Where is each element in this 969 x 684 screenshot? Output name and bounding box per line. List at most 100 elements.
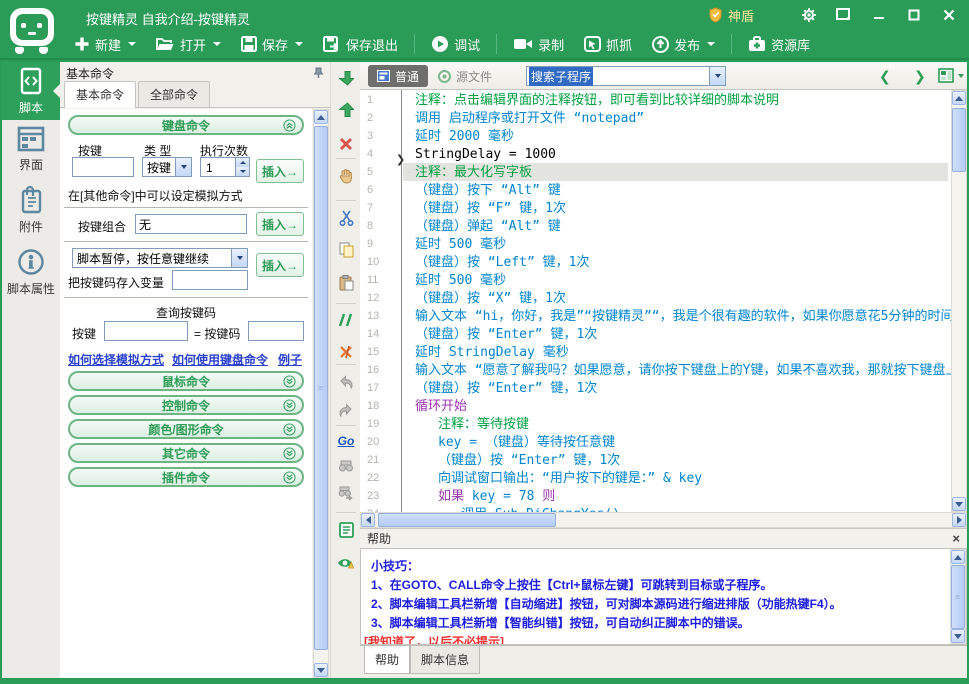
- chevron-down-icon[interactable]: [213, 42, 221, 46]
- record-button[interactable]: 录制: [505, 32, 572, 57]
- code-line[interactable]: 输入文本 “愿意了解我吗？如果愿意，请你按下键盘上的Y键，如果不喜欢我，那就按下…: [415, 362, 967, 380]
- code-line[interactable]: 如果 key = 78 则: [438, 488, 555, 506]
- comment-icon[interactable]: [331, 310, 361, 330]
- key-input[interactable]: [72, 157, 134, 177]
- scroll-down-icon[interactable]: [952, 497, 966, 511]
- settings-gear-icon[interactable]: [799, 5, 819, 25]
- chevron-down-icon[interactable]: [709, 67, 725, 85]
- chevron-down-icon[interactable]: [128, 42, 136, 46]
- section-header-collapsed[interactable]: 其它命令: [68, 443, 304, 463]
- uncomment-icon[interactable]: [331, 342, 361, 362]
- step-down-icon[interactable]: [236, 167, 249, 176]
- help-scrollbar-thumb[interactable]: ≡: [951, 565, 965, 629]
- step-up-icon[interactable]: [236, 158, 249, 167]
- section-header-collapsed[interactable]: 颜色/图形命令: [68, 419, 304, 439]
- code-line[interactable]: （键盘）按 “X” 键，1次: [415, 290, 566, 308]
- chevron-down-icon[interactable]: [175, 158, 191, 176]
- goto-icon[interactable]: Go: [331, 431, 361, 451]
- find-next-icon[interactable]: [331, 483, 361, 503]
- code-line[interactable]: （键盘）按 “Enter” 键，1次: [438, 452, 620, 470]
- code-line[interactable]: （键盘）按下 “Alt” 键: [415, 182, 561, 200]
- close-icon[interactable]: ×: [952, 531, 960, 546]
- code-line[interactable]: （键盘）弹起 “Alt” 键: [415, 218, 561, 236]
- code-line[interactable]: （键盘）按 “Left” 键，1次: [415, 254, 589, 272]
- redo-icon[interactable]: [331, 400, 361, 420]
- collapse-icon[interactable]: [283, 119, 296, 132]
- paste-icon[interactable]: [331, 273, 361, 293]
- drag-hand-icon[interactable]: [331, 166, 361, 186]
- code-line[interactable]: 延时 500 毫秒: [415, 236, 506, 254]
- section-header-collapsed[interactable]: 插件命令: [68, 467, 304, 487]
- expand-icon[interactable]: [283, 423, 296, 436]
- sidebar-item-interface[interactable]: 界面: [2, 124, 60, 174]
- copy-icon[interactable]: [331, 240, 361, 260]
- code-area[interactable]: 1注释：点击编辑界面的注释按钮，即可看到比较详细的脚本说明2调用 启动程序或打开…: [360, 90, 967, 512]
- panel-scrollbar-thumb[interactable]: ≡: [314, 126, 328, 650]
- scroll-up-icon[interactable]: [951, 550, 965, 564]
- syntax-check-icon[interactable]: [331, 553, 361, 573]
- capture-button[interactable]: 抓抓: [576, 32, 640, 57]
- keyboard-commands-header[interactable]: 键盘命令: [68, 115, 304, 135]
- maximize-button[interactable]: [904, 5, 924, 25]
- store-keycode-input[interactable]: [172, 270, 248, 290]
- script-list-icon[interactable]: [331, 520, 361, 540]
- delete-icon[interactable]: [331, 134, 361, 154]
- layout-grid-icon[interactable]: [938, 68, 964, 84]
- scroll-down-icon[interactable]: [951, 629, 965, 643]
- prev-arrow-icon[interactable]: ❮: [879, 68, 891, 85]
- code-line[interactable]: 循环开始: [415, 398, 467, 416]
- help-link[interactable]: 如何选择模拟方式: [68, 351, 164, 368]
- command-tab-all[interactable]: 全部命令: [138, 81, 210, 107]
- editor-vscrollbar-thumb[interactable]: [952, 108, 966, 172]
- key-type-select[interactable]: 按键: [142, 157, 192, 177]
- insert-combo-button[interactable]: 插入→: [256, 212, 304, 236]
- editor-hscrollbar[interactable]: [360, 512, 967, 528]
- scroll-up-icon[interactable]: [952, 91, 966, 105]
- code-line[interactable]: 注释：最大化写字板: [415, 164, 532, 182]
- sidebar-item-script[interactable]: 脚本: [2, 62, 60, 120]
- tray-window-icon[interactable]: [834, 5, 854, 25]
- code-line[interactable]: 输入文本 “hi，你好，我是”“按键精灵”“，我是个很有趣的软件，如果你愿意花5…: [415, 308, 967, 326]
- view-tab-source[interactable]: 源文件: [438, 68, 492, 85]
- code-line[interactable]: key = （键盘）等待按任意键: [438, 434, 615, 452]
- code-line[interactable]: （键盘）按 “Enter” 键，1次: [415, 380, 597, 398]
- insert-pause-button[interactable]: 插入→: [256, 253, 304, 277]
- save-exit-button[interactable]: 保存退出: [315, 32, 406, 57]
- help-link[interactable]: 如何使用键盘命令: [172, 351, 268, 368]
- minimize-button[interactable]: [869, 5, 889, 25]
- query-code-input[interactable]: [248, 321, 304, 341]
- save-button[interactable]: 保存: [233, 32, 311, 57]
- debug-button[interactable]: 调试: [423, 32, 488, 57]
- editor-hscrollbar-thumb[interactable]: [378, 513, 556, 527]
- open-button[interactable]: 打开: [148, 32, 229, 57]
- code-line[interactable]: 向调试窗口输出：“用户按下的键是：” & key: [438, 470, 702, 488]
- query-key-input[interactable]: [104, 321, 188, 341]
- code-line[interactable]: 延时 StringDelay 毫秒: [415, 344, 569, 362]
- code-line[interactable]: 调用 启动程序或打开文件 “notepad”: [415, 110, 644, 128]
- expand-icon[interactable]: [283, 447, 296, 460]
- new-button[interactable]: 新建: [66, 32, 144, 57]
- scroll-down-icon[interactable]: [314, 663, 328, 677]
- expand-icon[interactable]: [283, 375, 296, 388]
- chevron-down-icon[interactable]: [707, 42, 715, 46]
- insert-key-button[interactable]: 插入→: [256, 159, 304, 183]
- chevron-down-icon[interactable]: [231, 249, 247, 267]
- scroll-left-icon[interactable]: [361, 513, 375, 527]
- sidebar-item-attachment[interactable]: 附件: [2, 184, 60, 236]
- scroll-up-icon[interactable]: [314, 110, 328, 124]
- scroll-right-icon[interactable]: [952, 513, 966, 527]
- key-combo-input[interactable]: [135, 214, 247, 234]
- code-line[interactable]: 延时 2000 毫秒: [415, 128, 514, 146]
- editor-vscrollbar[interactable]: [951, 90, 967, 512]
- search-subroutine-combo[interactable]: 搜索子程序: [526, 66, 726, 86]
- section-header-collapsed[interactable]: 鼠标命令: [68, 371, 304, 391]
- publish-button[interactable]: 发布: [644, 32, 723, 57]
- find-icon[interactable]: [331, 456, 361, 476]
- help-link[interactable]: 例子: [278, 351, 302, 368]
- view-tab-normal[interactable]: 普通: [368, 65, 428, 87]
- shield-badge[interactable]: 神盾: [708, 6, 754, 25]
- pin-icon[interactable]: [313, 67, 324, 79]
- code-line[interactable]: 注释：点击编辑界面的注释按钮，即可看到比较详细的脚本说明: [415, 92, 779, 110]
- move-up-icon[interactable]: [331, 100, 361, 120]
- code-line[interactable]: 延时 500 毫秒: [415, 272, 506, 290]
